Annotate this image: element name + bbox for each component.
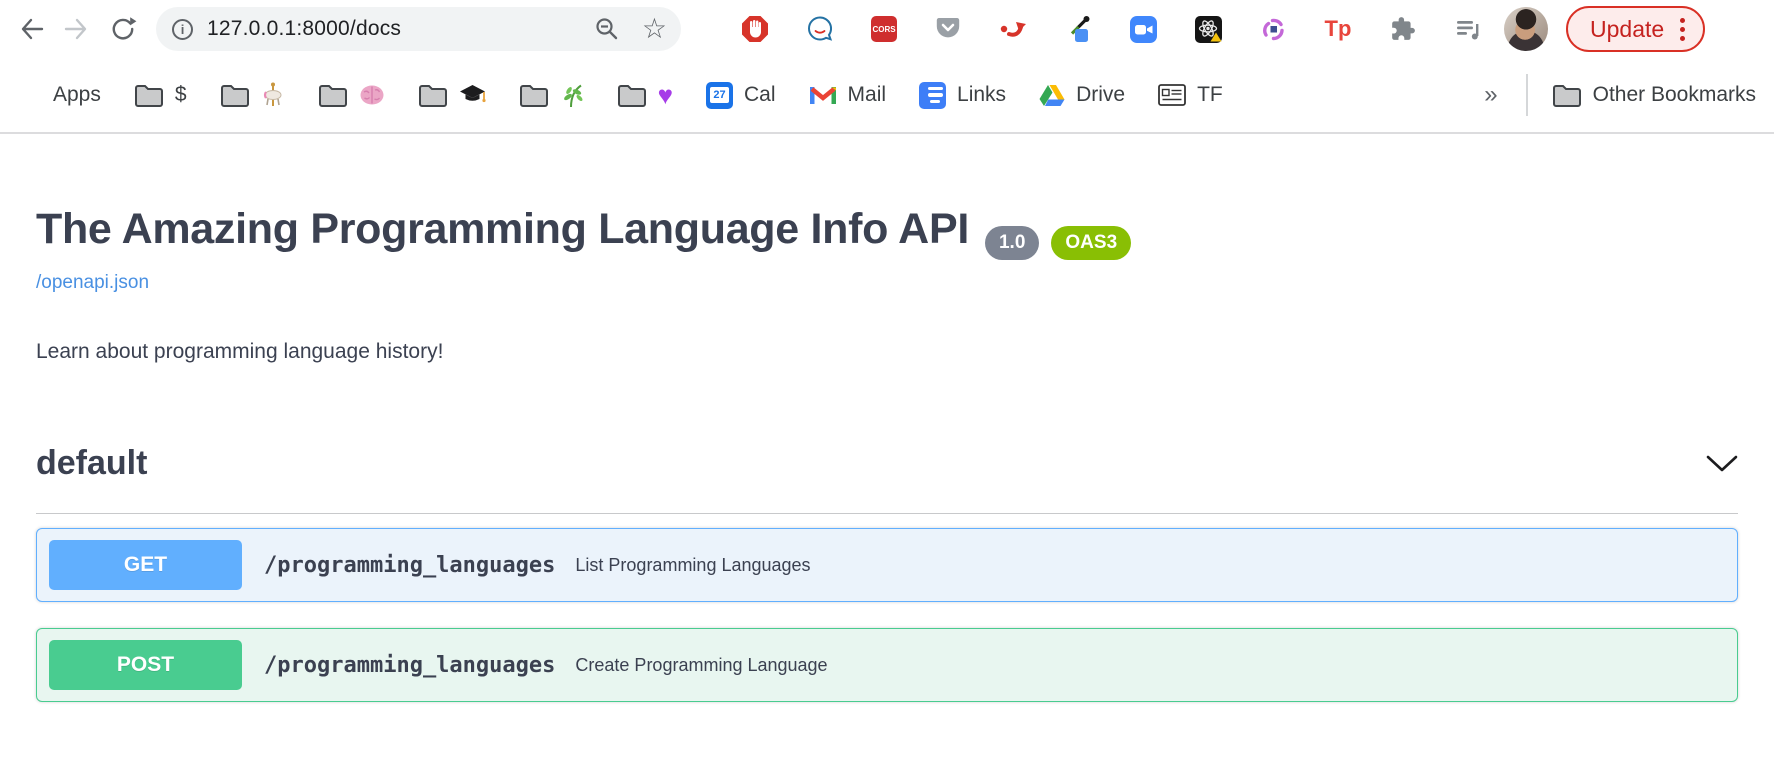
browser-menu-dots-icon[interactable]: [1680, 18, 1685, 41]
reload-button[interactable]: [100, 6, 146, 52]
back-button[interactable]: [8, 6, 54, 52]
forward-button[interactable]: [54, 6, 100, 52]
folder-icon: [318, 83, 348, 108]
brain-emoji-icon: [359, 84, 385, 106]
playlist-music-icon[interactable]: [1454, 15, 1482, 43]
page-title: The Amazing Programming Language Info AP…: [36, 204, 969, 256]
carousel-horse-emoji-icon: [261, 82, 285, 108]
bookmark-folder-dollar[interactable]: $: [134, 83, 187, 108]
endpoint-summary: Create Programming Language: [575, 655, 827, 676]
react-devtools-extension-icon[interactable]: [1194, 15, 1222, 43]
tp-extension-icon[interactable]: Tp: [1324, 15, 1352, 43]
recycle-extension-icon[interactable]: [1259, 15, 1287, 43]
red-arrow-extension-icon[interactable]: [999, 15, 1027, 43]
zoom-extension-icon[interactable]: [1129, 15, 1157, 43]
google-drive-icon: [1039, 84, 1065, 107]
other-bookmarks-label: Other Bookmarks: [1593, 83, 1756, 107]
openapi-spec-link[interactable]: /openapi.json: [36, 272, 149, 294]
profile-avatar[interactable]: [1504, 7, 1548, 51]
bookmark-tf[interactable]: TF: [1158, 83, 1223, 107]
graduation-cap-emoji-icon: [459, 84, 486, 107]
endpoint-path: /programming_languages: [264, 653, 555, 678]
folder-icon: [1552, 83, 1582, 108]
folder-icon: [134, 83, 164, 108]
other-bookmarks[interactable]: Other Bookmarks: [1552, 83, 1756, 108]
section-title: default: [36, 444, 147, 483]
page-info-icon[interactable]: i: [172, 19, 193, 40]
bookmarks-divider: [1526, 74, 1528, 116]
bookmark-apps[interactable]: Apps: [18, 83, 101, 107]
endpoint-summary: List Programming Languages: [575, 555, 810, 576]
zoom-out-icon[interactable]: [594, 16, 620, 42]
bookmarks-overflow-chevron[interactable]: »: [1484, 81, 1497, 109]
post-method-badge: POST: [49, 640, 242, 690]
folder-icon: [220, 83, 250, 108]
update-button-label: Update: [1590, 16, 1664, 43]
bookmark-calendar[interactable]: 27 Cal: [706, 82, 776, 109]
oas3-badge: OAS3: [1051, 226, 1131, 260]
bookmarks-bar: Apps $ ♥ 27 Cal Mail Links: [0, 58, 1774, 134]
tf-card-icon: [1158, 84, 1186, 106]
folder-icon: [418, 83, 448, 108]
color-picker-extension-icon[interactable]: [1064, 15, 1092, 43]
cors-extension-icon[interactable]: CORS: [871, 16, 897, 42]
bookmark-folder-herb[interactable]: [519, 83, 584, 108]
chat-bubble-extension-icon[interactable]: [806, 15, 834, 43]
address-bar[interactable]: i 127.0.0.1:8000/docs ☆: [156, 7, 681, 51]
bookmark-mail[interactable]: Mail: [809, 83, 887, 107]
api-description: Learn about programming language history…: [36, 340, 1738, 364]
chevron-down-icon[interactable]: [1706, 455, 1738, 472]
browser-toolbar: i 127.0.0.1:8000/docs ☆ CORS: [0, 0, 1774, 58]
puzzle-extensions-icon[interactable]: [1389, 15, 1417, 43]
default-section-header[interactable]: default: [36, 444, 1738, 514]
bookmark-label: Drive: [1076, 83, 1125, 107]
bookmark-label: Cal: [744, 83, 776, 107]
pocket-extension-icon[interactable]: [934, 15, 962, 43]
folder-icon: [519, 83, 549, 108]
back-arrow-icon: [17, 15, 45, 43]
api-info-header: The Amazing Programming Language Info AP…: [36, 204, 1738, 260]
purple-heart-emoji-icon: ♥: [658, 82, 673, 108]
bookmark-folder-carousel[interactable]: [220, 82, 285, 108]
links-list-icon: [919, 82, 946, 109]
gmail-icon: [809, 85, 837, 106]
bookmark-folder-purple-heart[interactable]: ♥: [617, 82, 673, 108]
herb-emoji-icon: [560, 83, 584, 108]
reload-icon: [109, 15, 137, 43]
folder-icon: [617, 83, 647, 108]
forward-arrow-icon: [63, 15, 91, 43]
endpoint-path: /programming_languages: [264, 553, 555, 578]
bookmark-label: TF: [1197, 83, 1223, 107]
google-calendar-icon: 27: [706, 82, 733, 109]
bookmark-folder-graduation[interactable]: [418, 83, 486, 108]
version-badge: 1.0: [985, 226, 1039, 260]
bookmark-drive[interactable]: Drive: [1039, 83, 1125, 107]
endpoint-row-get-programming-languages[interactable]: GET /programming_languages List Programm…: [36, 528, 1738, 602]
swagger-page: The Amazing Programming Language Info AP…: [0, 204, 1774, 702]
bookmark-links[interactable]: Links: [919, 82, 1006, 109]
bookmark-star-icon[interactable]: ☆: [642, 15, 667, 43]
bookmark-label: Mail: [848, 83, 887, 107]
endpoint-row-post-programming-languages[interactable]: POST /programming_languages Create Progr…: [36, 628, 1738, 702]
url-text: 127.0.0.1:8000/docs: [207, 17, 401, 41]
bookmark-label: Apps: [53, 83, 101, 107]
get-method-badge: GET: [49, 540, 242, 590]
bookmark-label: Links: [957, 83, 1006, 107]
dollar-label: $: [175, 83, 187, 107]
extensions-row: CORS Tp: [741, 15, 1482, 43]
update-button[interactable]: Update: [1566, 6, 1705, 52]
adblock-stop-hand-icon[interactable]: [741, 15, 769, 43]
bookmark-folder-brain[interactable]: [318, 83, 385, 108]
